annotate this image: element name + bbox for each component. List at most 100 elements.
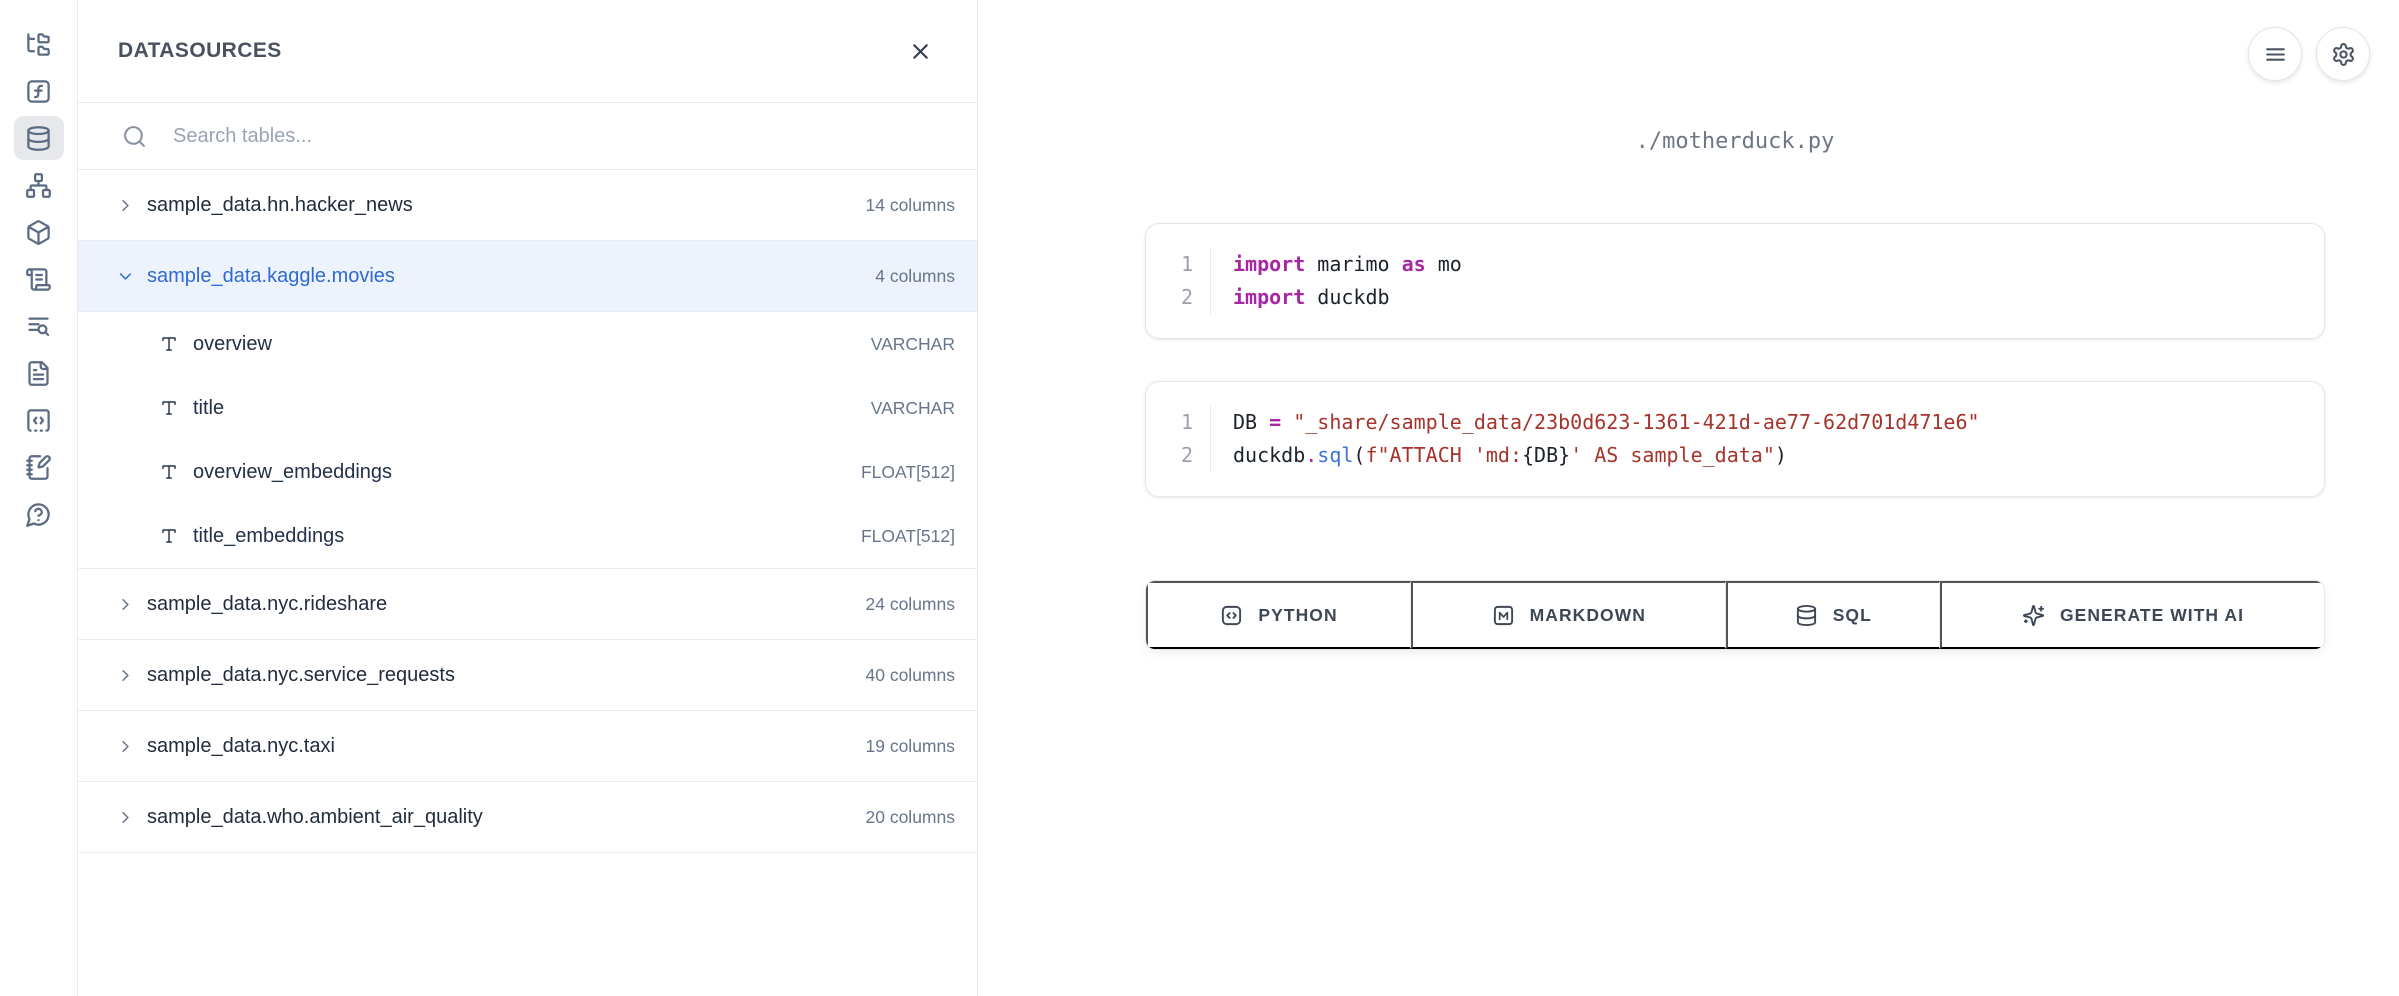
table-row[interactable]: sample_data.hn.hacker_news 14 columns (78, 170, 977, 241)
column-name: overview_embeddings (193, 461, 392, 484)
column-type: VARCHAR (871, 334, 955, 355)
close-icon (908, 39, 933, 64)
column-name: overview (193, 333, 272, 356)
type-icon (160, 399, 178, 417)
chevron-down-icon (116, 267, 135, 286)
type-icon (160, 527, 178, 545)
rail-item-list-search[interactable] (14, 304, 64, 348)
line-number: 2 (1146, 281, 1210, 314)
table-name: sample_data.nyc.taxi (147, 735, 335, 758)
close-panel-button[interactable] (903, 34, 937, 68)
rail-item-help-bubble[interactable] (14, 492, 64, 536)
dependency-graph-icon (25, 172, 52, 199)
file-tree-icon (25, 31, 52, 58)
code-content: duckdb.sql(f"ATTACH 'md:{DB}' AS sample_… (1210, 439, 2324, 472)
table-column-count: 19 columns (866, 736, 956, 757)
table-list: sample_data.hn.hacker_news14 columnssamp… (78, 170, 977, 853)
code-square-icon (1220, 604, 1243, 627)
column-row[interactable]: overview VARCHAR (78, 312, 977, 376)
rail-item-scroll-logs[interactable] (14, 257, 64, 301)
package-box-icon (25, 219, 52, 246)
add-cell-button-sql[interactable]: SQL (1726, 581, 1940, 649)
table-name: sample_data.kaggle.movies (147, 265, 395, 288)
type-icon (160, 463, 178, 481)
document-icon (25, 360, 52, 387)
add-cell-button-markdown[interactable]: MARKDOWN (1411, 581, 1726, 649)
column-name: title_embeddings (193, 525, 344, 548)
table-row[interactable]: sample_data.kaggle.movies 4 columns (78, 241, 977, 312)
table-row[interactable]: sample_data.who.ambient_air_quality 20 co… (78, 782, 977, 853)
code-line: 2duckdb.sql(f"ATTACH 'md:{DB}' AS sample… (1146, 439, 2324, 472)
rail-item-snippets-code[interactable] (14, 398, 64, 442)
top-actions (2248, 27, 2370, 81)
column-type: FLOAT[512] (861, 462, 955, 483)
table-row[interactable]: sample_data.nyc.taxi 19 columns (78, 711, 977, 782)
column-type: FLOAT[512] (861, 526, 955, 547)
rail-item-package-box[interactable] (14, 210, 64, 254)
table-name: sample_data.nyc.service_requests (147, 664, 455, 687)
table-column-count: 4 columns (875, 266, 955, 287)
add-cell-button-generate-with-ai[interactable]: GENERATE WITH AI (1940, 581, 2324, 649)
table-name: sample_data.nyc.rideshare (147, 593, 387, 616)
rail-item-document[interactable] (14, 351, 64, 395)
table-row[interactable]: sample_data.nyc.rideshare 24 columns (78, 569, 977, 640)
code-content: DB = "_share/sample_data/23b0d623-1361-4… (1210, 406, 2324, 439)
panel-title: DATASOURCES (118, 39, 282, 63)
column-row[interactable]: title_embeddings FLOAT[512] (78, 504, 977, 568)
add-cell-button-label: MARKDOWN (1530, 605, 1646, 626)
line-number: 1 (1146, 406, 1210, 439)
table-row[interactable]: sample_data.nyc.service_requests 40 colum… (78, 640, 977, 711)
search-tables-input[interactable] (173, 125, 953, 148)
add-cell-button-label: PYTHON (1258, 605, 1337, 626)
snippets-code-icon (25, 407, 52, 434)
type-icon (160, 335, 178, 353)
line-number: 1 (1146, 248, 1210, 281)
code-cell[interactable]: 1import marimo as mo2import duckdb (1145, 223, 2325, 339)
code-content: import duckdb (1210, 281, 2324, 314)
table-column-count: 24 columns (866, 594, 956, 615)
code-cell[interactable]: 1DB = "_share/sample_data/23b0d623-1361-… (1145, 381, 2325, 497)
code-line: 1DB = "_share/sample_data/23b0d623-1361-… (1146, 406, 2324, 439)
code-line: 2import duckdb (1146, 281, 2324, 314)
table-column-count: 14 columns (866, 195, 956, 216)
function-square-icon (25, 78, 52, 105)
search-tables-row (78, 103, 977, 170)
help-bubble-icon (25, 501, 52, 528)
chevron-right-icon (116, 808, 135, 827)
column-row[interactable]: title VARCHAR (78, 376, 977, 440)
notebook-main-area: ./motherduck.py 1import marimo as mo2imp… (978, 0, 2399, 996)
columns-block: overview VARCHAR title VARCHAR overview_embe… (78, 312, 977, 569)
chevron-right-icon (116, 196, 135, 215)
add-cell-button-label: GENERATE WITH AI (2060, 605, 2244, 626)
table-name: sample_data.hn.hacker_news (147, 194, 413, 217)
settings-button[interactable] (2316, 27, 2370, 81)
cells-container: 1import marimo as mo2import duckdb1DB = … (1145, 223, 2325, 497)
scroll-logs-icon (25, 266, 52, 293)
rail-item-function-square[interactable] (14, 69, 64, 113)
add-cell-button-label: SQL (1833, 605, 1872, 626)
database-icon (25, 125, 52, 152)
table-column-count: 20 columns (866, 807, 956, 828)
activity-icon-rail (0, 0, 78, 996)
rail-item-database[interactable] (14, 116, 64, 160)
notebook-menu-button[interactable] (2248, 27, 2302, 81)
chevron-right-icon (116, 595, 135, 614)
markdown-icon (1492, 604, 1515, 627)
add-cell-button-python[interactable]: PYTHON (1146, 581, 1411, 649)
column-row[interactable]: overview_embeddings FLOAT[512] (78, 440, 977, 504)
code-line: 1import marimo as mo (1146, 248, 2324, 281)
notebook-column: ./motherduck.py 1import marimo as mo2imp… (1145, 129, 2325, 650)
rail-item-dependency-graph[interactable] (14, 163, 64, 207)
column-name: title (193, 397, 224, 420)
code-content: import marimo as mo (1210, 248, 2324, 281)
column-type: VARCHAR (871, 398, 955, 419)
table-column-count: 40 columns (866, 665, 956, 686)
chevron-right-icon (116, 666, 135, 685)
rail-item-scratchpad[interactable] (14, 445, 64, 489)
list-search-icon (25, 313, 52, 340)
hamburger-menu-icon (2263, 42, 2288, 67)
table-name: sample_data.who.ambient_air_quality (147, 806, 483, 829)
line-number: 2 (1146, 439, 1210, 472)
search-icon (122, 124, 147, 149)
rail-item-file-tree[interactable] (14, 22, 64, 66)
